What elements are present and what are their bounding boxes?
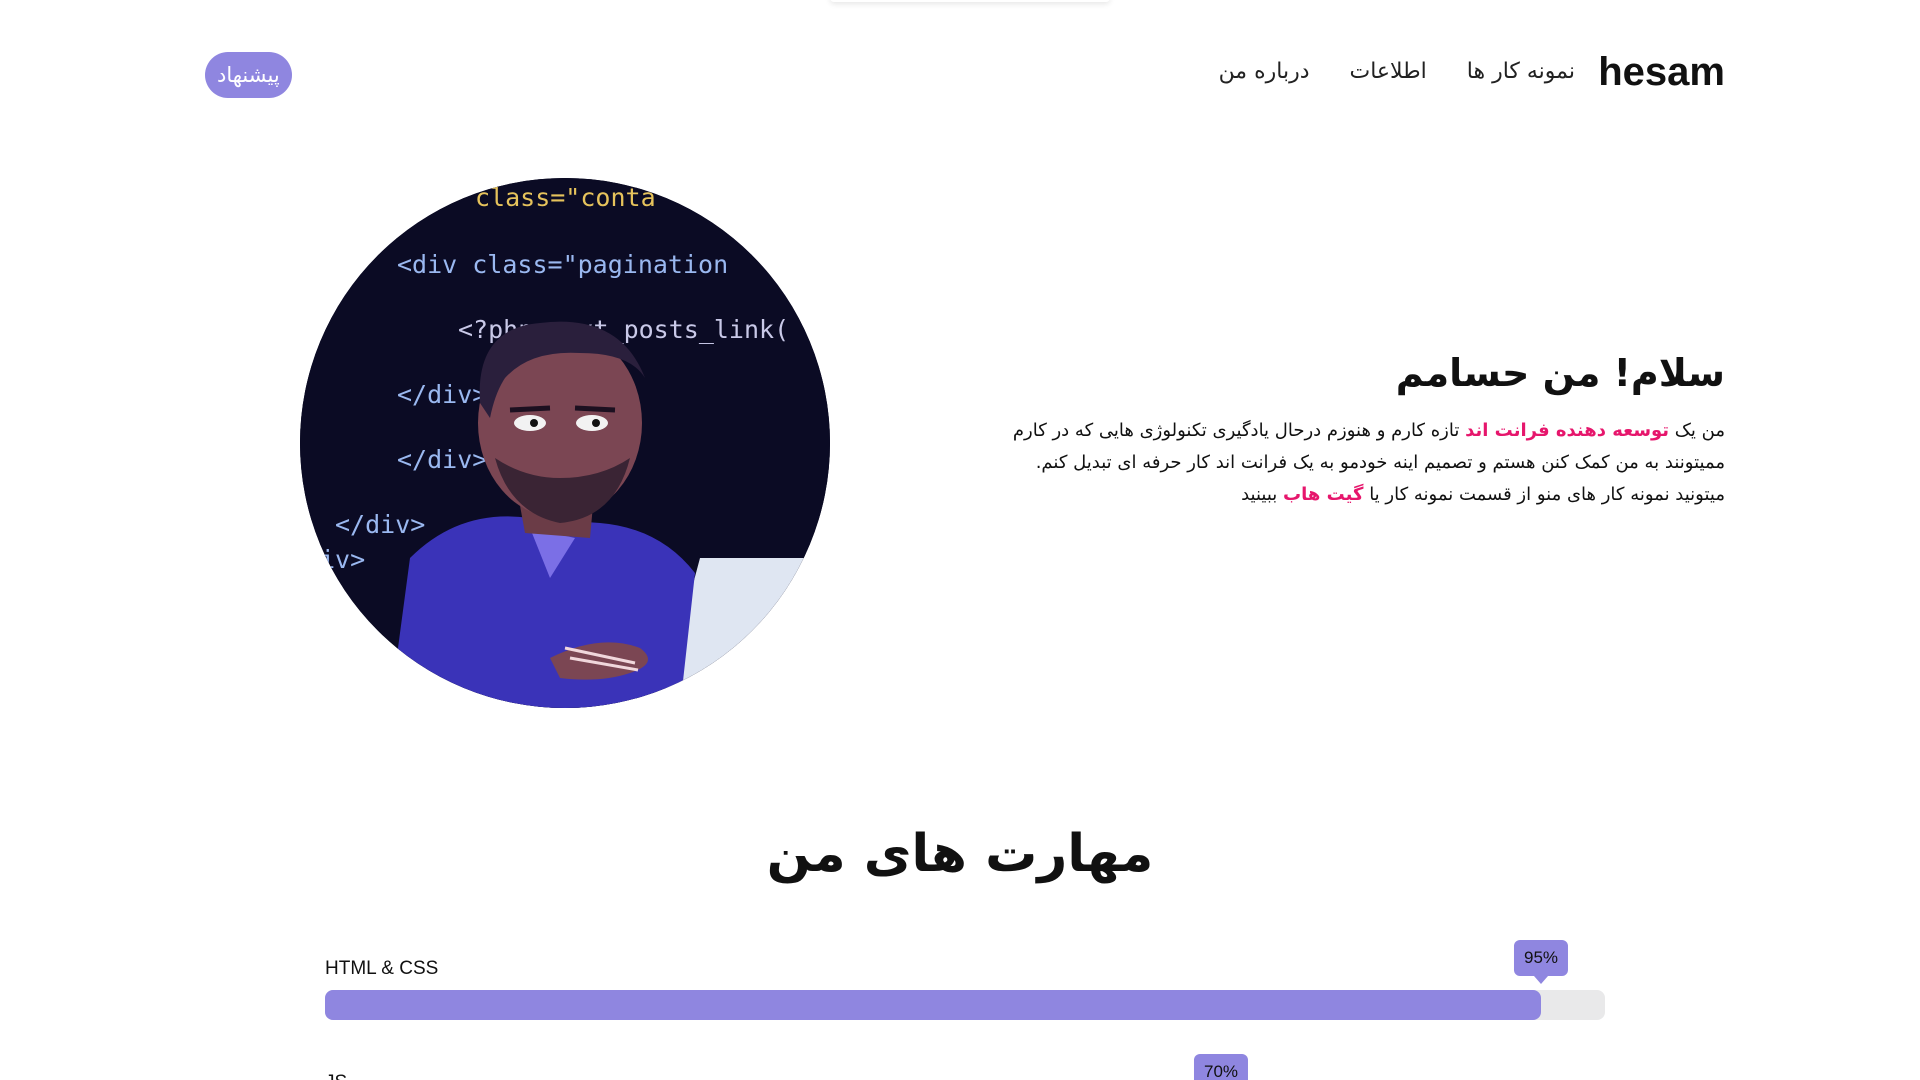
page: hesam درباره من اطلاعات نمونه کار ها پیش… <box>0 0 1920 1080</box>
skill-percent-badge: 70% <box>1193 1054 1249 1080</box>
skill-progress-track <box>325 990 1605 1020</box>
github-link[interactable]: گیت هاب <box>1283 484 1363 505</box>
desc-text: من یک <box>1669 420 1725 441</box>
top-shadow-decoration <box>830 0 1110 2</box>
code-line: iv> <box>320 545 365 574</box>
skill-percent-badge: 95% <box>1513 940 1569 984</box>
skill-progress-fill <box>325 990 1541 1020</box>
desc-text: ببینید <box>1241 484 1283 505</box>
brand-logo[interactable]: hesam <box>1598 50 1725 94</box>
skill-label: HTML & CSS <box>325 958 439 979</box>
code-line: </div> <box>397 380 487 409</box>
skills-title: مهارت های من <box>766 824 1154 884</box>
nav-item-portfolio[interactable]: نمونه کار ها <box>1467 56 1575 88</box>
developer-illustration-icon: class="conta <div class="pagination <?ph… <box>300 178 830 708</box>
hero-title: سلام! من حسامم <box>1395 351 1725 395</box>
hero-intro: سلام! من حسامم من یک توسعه دهنده فرانت ا… <box>1005 345 1725 511</box>
desc-highlight-frontend: توسعه دهنده فرانت اند <box>1465 420 1670 441</box>
site-header: hesam درباره من اطلاعات نمونه کار ها پیش… <box>205 50 1725 100</box>
nav-item-info[interactable]: اطلاعات <box>1349 56 1426 88</box>
code-line: <div class="pagination <box>397 250 728 279</box>
skill-label: JS <box>325 1072 347 1080</box>
code-line: </div> <box>335 510 425 539</box>
main-nav: درباره من اطلاعات نمونه کار ها <box>1219 56 1575 88</box>
hero-description: من یک توسعه دهنده فرانت اند تازه کارم و … <box>1005 415 1725 511</box>
nav-item-about[interactable]: درباره من <box>1219 56 1310 88</box>
code-line: </div> <box>397 445 487 474</box>
code-line: class="conta <box>475 183 656 212</box>
suggest-button[interactable]: پیشنهاد <box>205 52 292 98</box>
